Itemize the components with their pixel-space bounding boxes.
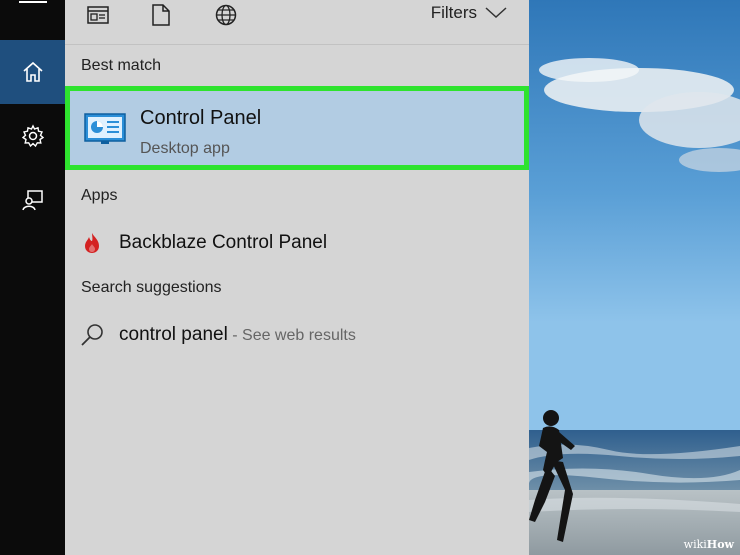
settings-button[interactable] xyxy=(0,104,65,168)
feedback-button[interactable] xyxy=(0,168,65,232)
wikihow-watermark: wikiHow xyxy=(684,538,734,551)
home-button[interactable] xyxy=(0,40,65,104)
feedback-icon xyxy=(21,190,43,211)
start-left-rail xyxy=(0,0,65,555)
hamburger-menu-icon xyxy=(18,1,47,3)
best-match-title: Control Panel xyxy=(140,107,262,129)
documents-filter-icon xyxy=(87,6,109,24)
search-icon xyxy=(81,324,103,346)
app-result-backblaze[interactable]: Backblaze Control Panel xyxy=(65,224,529,262)
best-match-result[interactable]: Control Panel Desktop app xyxy=(65,86,529,170)
search-results-panel: Filters Best match Control Panel Desktop… xyxy=(65,0,529,555)
suggestion-text: control panel - See web results xyxy=(119,324,356,346)
file-icon xyxy=(152,4,170,26)
beach-wallpaper-image xyxy=(529,0,740,555)
suggestion-query: control panel xyxy=(119,324,228,345)
globe-icon xyxy=(215,4,237,26)
gear-icon xyxy=(21,124,44,148)
control-panel-icon xyxy=(84,113,126,144)
app-result-label: Backblaze Control Panel xyxy=(119,232,328,253)
home-icon xyxy=(22,61,43,82)
best-match-subtitle: Desktop app xyxy=(140,140,230,157)
apps-heading: Apps xyxy=(81,187,118,204)
documents-filter-button[interactable] xyxy=(85,2,111,28)
backblaze-flame-icon xyxy=(85,233,99,253)
web-filter-button[interactable] xyxy=(213,2,239,28)
file-filter-button[interactable] xyxy=(148,2,174,28)
desktop-wallpaper: wikiHow xyxy=(529,0,740,555)
search-suggestions-heading: Search suggestions xyxy=(81,279,222,296)
watermark-suffix: How xyxy=(706,538,734,551)
suggestion-hint: - See web results xyxy=(227,327,356,344)
search-filter-bar: Filters xyxy=(65,0,529,45)
hamburger-menu-button[interactable] xyxy=(0,0,65,24)
watermark-prefix: wiki xyxy=(683,538,707,551)
chevron-down-icon xyxy=(485,7,507,19)
filters-dropdown[interactable]: Filters xyxy=(431,2,507,24)
filters-label: Filters xyxy=(430,3,477,22)
web-suggestion-result[interactable]: control panel - See web results xyxy=(65,316,529,354)
best-match-heading: Best match xyxy=(81,57,162,74)
